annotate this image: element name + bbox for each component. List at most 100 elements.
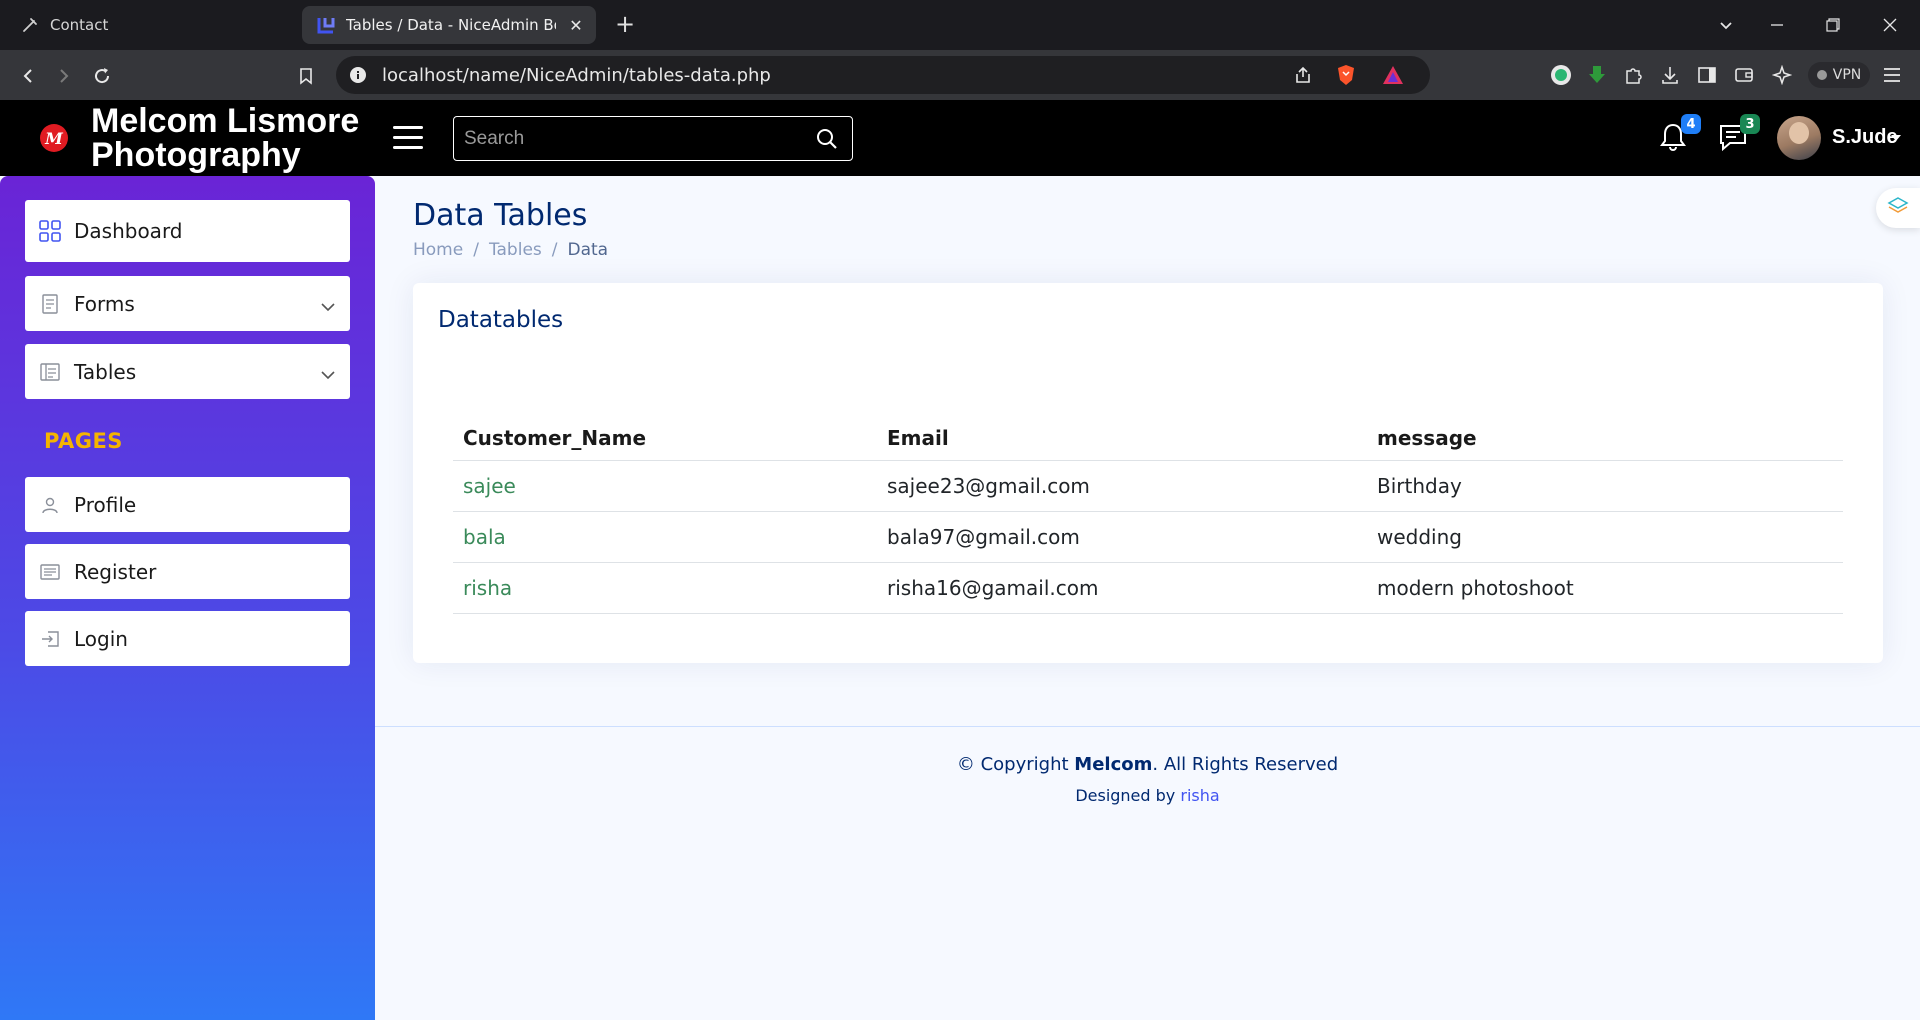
wallet-icon[interactable] [1731, 62, 1757, 88]
sidebar-item-login[interactable]: Login [25, 611, 350, 666]
bookmark-icon[interactable] [292, 62, 320, 90]
footer-divider [375, 726, 1920, 727]
email-cell: bala97@gmail.com [877, 511, 1367, 563]
customer-table: Customer_Name Email message sajee sajee2… [453, 417, 1843, 614]
url-text: localhost/name/NiceAdmin/tables-data.php [382, 65, 771, 86]
back-icon[interactable] [14, 62, 42, 90]
breadcrumb-current: Data [567, 240, 609, 260]
messages-badge: 3 [1740, 114, 1760, 134]
downloads-icon[interactable] [1657, 62, 1683, 88]
copyright-prefix: © Copyright [956, 754, 1069, 775]
toggle-sidebar-icon[interactable] [393, 126, 423, 150]
email-cell: sajee23@gmail.com [877, 460, 1367, 512]
customer-name-cell[interactable]: bala [453, 511, 877, 563]
message-cell: wedding [1367, 511, 1843, 563]
journal-icon [38, 292, 62, 316]
table-row: bala bala97@gmail.com wedding [453, 511, 1843, 563]
caret-down-icon[interactable] [1891, 135, 1901, 141]
sidebar-item-profile[interactable]: Profile [25, 477, 350, 532]
download-extension-icon[interactable] [1584, 62, 1610, 88]
search-icon[interactable] [816, 128, 838, 150]
forward-icon[interactable] [50, 62, 78, 90]
new-tab-icon[interactable]: + [612, 12, 638, 38]
brand-logo[interactable]: M [40, 124, 68, 152]
breadcrumb-home[interactable]: Home [413, 240, 463, 260]
person-icon [38, 493, 62, 517]
sidebar-item-label: Dashboard [74, 219, 183, 243]
chevron-down-icon [320, 364, 336, 380]
sidebar-item-label: Login [74, 626, 128, 651]
datatable-card: Datatables Customer_Name Email message s… [413, 283, 1883, 663]
brave-rewards-icon[interactable] [1382, 65, 1404, 89]
bell-icon [1659, 123, 1687, 156]
address-bar[interactable]: localhost/name/NiceAdmin/tables-data.php [336, 56, 1430, 94]
card-list-icon [38, 560, 62, 584]
column-header[interactable]: Customer_Name [453, 417, 877, 461]
browser-tab-active[interactable]: Tables / Data - NiceAdmin Bootstrap Temp… [302, 6, 596, 44]
leo-ai-icon[interactable] [1769, 62, 1795, 88]
puzzle-extensions-icon[interactable] [1621, 62, 1647, 88]
brave-shield-icon[interactable] [1336, 64, 1356, 90]
notifications-button[interactable]: 4 [1659, 114, 1701, 156]
designer-link[interactable]: risha [1180, 786, 1219, 805]
search-input[interactable] [464, 125, 804, 153]
credits-text: Designed by risha [375, 786, 1920, 805]
sidebar: Dashboard Forms Tables PAGES Profile Reg… [0, 176, 375, 1020]
card-title: Datatables [438, 307, 564, 333]
vpn-label: VPN [1832, 67, 1862, 83]
tab-search-chevron-icon[interactable] [1711, 10, 1741, 40]
browser-menu-icon[interactable] [1879, 62, 1905, 88]
search-bar [453, 116, 853, 161]
vpn-button[interactable]: VPN [1808, 62, 1870, 88]
sidebar-heading-pages: PAGES [44, 429, 123, 453]
message-cell: modern photoshoot [1367, 562, 1843, 614]
avatar[interactable] [1777, 116, 1821, 160]
niceadmin-favicon-icon [316, 15, 336, 35]
sidebar-item-label: Register [74, 559, 157, 584]
minimize-icon[interactable] [1762, 10, 1792, 40]
breadcrumb-tables[interactable]: Tables [489, 240, 542, 260]
sidebar-toggle-icon[interactable] [1694, 62, 1720, 88]
company-name: Melcom [1074, 754, 1153, 775]
share-icon[interactable] [1293, 65, 1313, 89]
reload-icon[interactable] [88, 62, 116, 90]
browser-tab-bar: Contact Tables / Data - NiceAdmin Bootst… [0, 0, 1920, 50]
browser-tab-contact[interactable]: Contact [12, 6, 292, 44]
app-header: M Melcom Lismore Photography 4 3 S.Jude [0, 100, 1920, 176]
table-header-row: Customer_Name Email message [453, 417, 1843, 461]
sidebar-item-forms[interactable]: Forms [25, 276, 350, 331]
breadcrumb-separator: / [473, 240, 479, 260]
sidebar-item-dashboard[interactable]: Dashboard [25, 200, 350, 262]
window-close-icon[interactable] [1875, 10, 1905, 40]
page-title: Data Tables [413, 198, 588, 233]
breadcrumb: Home / Tables / Data [413, 240, 608, 260]
site-info-icon[interactable] [349, 66, 367, 88]
customer-name-cell[interactable]: risha [453, 562, 877, 614]
tab-title: Contact [50, 16, 109, 34]
sidebar-item-label: Tables [74, 359, 137, 384]
breadcrumb-separator: / [551, 240, 558, 260]
layers-icon [1887, 195, 1909, 221]
vpn-status-icon [1816, 70, 1827, 80]
sidebar-item-register[interactable]: Register [25, 544, 350, 599]
column-header[interactable]: Email [877, 417, 1367, 461]
close-icon[interactable]: ✕ [566, 15, 586, 35]
chat-icon [1718, 125, 1748, 156]
copyright-text: © Copyright Melcom. All Rights Reserved [375, 754, 1920, 775]
customer-name-cell[interactable]: sajee [453, 460, 877, 512]
messages-button[interactable]: 3 [1718, 114, 1760, 156]
extension-green-icon[interactable] [1548, 62, 1574, 88]
column-header[interactable]: message [1367, 417, 1843, 461]
sidebar-item-label: Forms [74, 291, 135, 316]
table-row: risha risha16@gamail.com modern photosho… [453, 562, 1843, 614]
sidebar-item-tables[interactable]: Tables [25, 344, 350, 399]
layout-text-icon [38, 360, 62, 384]
sidebar-item-label: Profile [74, 492, 137, 517]
user-name[interactable]: S.Jude [1832, 126, 1898, 149]
floating-helper-button[interactable] [1876, 188, 1920, 228]
brand-name[interactable]: Melcom Lismore Photography [91, 104, 381, 172]
box-arrow-in-right-icon [38, 627, 62, 651]
restore-icon[interactable] [1818, 10, 1848, 40]
rights-text: . All Rights Reserved [1152, 754, 1339, 775]
tab-title: Tables / Data - NiceAdmin Bootstrap Temp… [346, 16, 556, 34]
